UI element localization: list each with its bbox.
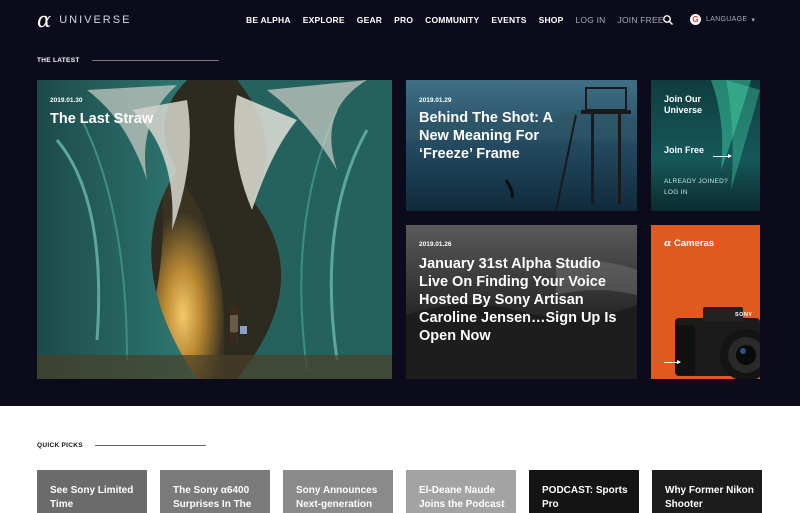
alpha-cameras-card[interactable]: α Cameras SONY bbox=[651, 225, 760, 379]
latest-section-header: THE LATEST bbox=[37, 57, 219, 64]
nav-link-gear[interactable]: GEAR bbox=[357, 15, 382, 25]
card-date: 2019.01.30 bbox=[50, 97, 83, 104]
google-icon: G bbox=[690, 14, 701, 25]
nav-link-be-alpha[interactable]: BE ALPHA bbox=[246, 15, 291, 25]
section-title: QUICK PICKS bbox=[37, 442, 83, 449]
card-date: 2019.01.26 bbox=[419, 241, 452, 248]
nav-link-join-free[interactable]: JOIN FREE bbox=[618, 15, 664, 25]
join-universe-card[interactable]: Join Our Universe Join Free ALREADY JOIN… bbox=[651, 80, 760, 211]
feature-card-studio-live[interactable]: 2019.01.26 January 31st Alpha Studio Liv… bbox=[406, 225, 637, 379]
join-title: Join Our Universe bbox=[664, 94, 703, 115]
join-free-link[interactable]: Join Free bbox=[664, 145, 704, 156]
nav-link-log-in[interactable]: LOG IN bbox=[575, 15, 605, 25]
section-divider bbox=[94, 445, 206, 446]
section-divider bbox=[91, 60, 219, 61]
sony-brand-label: SONY bbox=[735, 312, 753, 318]
quick-pick-title: The Sony α6400 Surprises In The bbox=[173, 485, 252, 510]
quick-pick-title: Why Former Nikon Shooter bbox=[665, 485, 754, 510]
quick-pick-card[interactable]: El-Deane Naude Joins the Podcast bbox=[406, 470, 516, 513]
cameras-title: α Cameras bbox=[664, 238, 714, 249]
language-selector[interactable]: G LANGUAGE ▾ bbox=[690, 14, 755, 25]
quick-pick-card[interactable]: The Sony α6400 Surprises In The bbox=[160, 470, 270, 513]
quick-pick-title: PODCAST: Sports Pro bbox=[542, 485, 628, 510]
search-icon[interactable] bbox=[662, 14, 674, 26]
feature-card-last-straw[interactable]: 2019.01.30 The Last Straw bbox=[37, 80, 392, 379]
feature-card-behind-the-shot[interactable]: 2019.01.29 Behind The Shot: A New Meanin… bbox=[406, 80, 637, 211]
nav-link-community[interactable]: COMMUNITY bbox=[425, 15, 479, 25]
top-navigation: α UNIVERSE BE ALPHA EXPLORE GEAR PRO COMMUNI… bbox=[0, 0, 800, 42]
alpha-logo-icon: α bbox=[37, 8, 52, 32]
section-title: THE LATEST bbox=[37, 57, 80, 64]
brand-name: UNIVERSE bbox=[59, 14, 132, 26]
chevron-down-icon: ▾ bbox=[751, 16, 755, 24]
arrow-right-icon bbox=[713, 154, 732, 158]
quick-pick-title: Sony Announces Next-generation bbox=[296, 485, 378, 510]
already-joined-label: ALREADY JOINED? bbox=[664, 178, 728, 185]
quick-pick-card[interactable]: Why Former Nikon Shooter bbox=[652, 470, 762, 513]
nav-link-events[interactable]: EVENTS bbox=[491, 15, 526, 25]
arrow-right-icon bbox=[664, 360, 681, 364]
card-title: The Last Straw bbox=[50, 111, 154, 127]
language-label: LANGUAGE bbox=[706, 16, 748, 23]
nav-link-pro[interactable]: PRO bbox=[394, 15, 413, 25]
card-title: January 31st Alpha Studio Live On Findin… bbox=[419, 256, 617, 344]
quick-pick-card[interactable]: Sony Announces Next-generation bbox=[283, 470, 393, 513]
card-title: Behind The Shot: A New Meaning For ‘Free… bbox=[419, 110, 553, 162]
alpha-universe-logo[interactable]: α UNIVERSE bbox=[37, 8, 132, 32]
quick-pick-card[interactable]: PODCAST: Sports Pro bbox=[529, 470, 639, 513]
quick-pick-card[interactable]: See Sony Limited Time bbox=[37, 470, 147, 513]
card-date: 2019.01.29 bbox=[419, 97, 452, 104]
nav-link-shop[interactable]: SHOP bbox=[539, 15, 564, 25]
main-menu: BE ALPHA EXPLORE GEAR PRO COMMUNITY EVENTS SHO… bbox=[246, 15, 676, 25]
nav-link-explore[interactable]: EXPLORE bbox=[303, 15, 345, 25]
quick-pick-title: See Sony Limited Time bbox=[50, 485, 134, 510]
login-link[interactable]: LOG IN bbox=[664, 189, 688, 196]
quick-picks-header: QUICK PICKS bbox=[37, 442, 206, 449]
quick-pick-title: El-Deane Naude Joins the Podcast bbox=[419, 485, 505, 510]
alpha-logo-icon: α bbox=[664, 238, 672, 249]
cameras-label: Cameras bbox=[673, 238, 715, 249]
